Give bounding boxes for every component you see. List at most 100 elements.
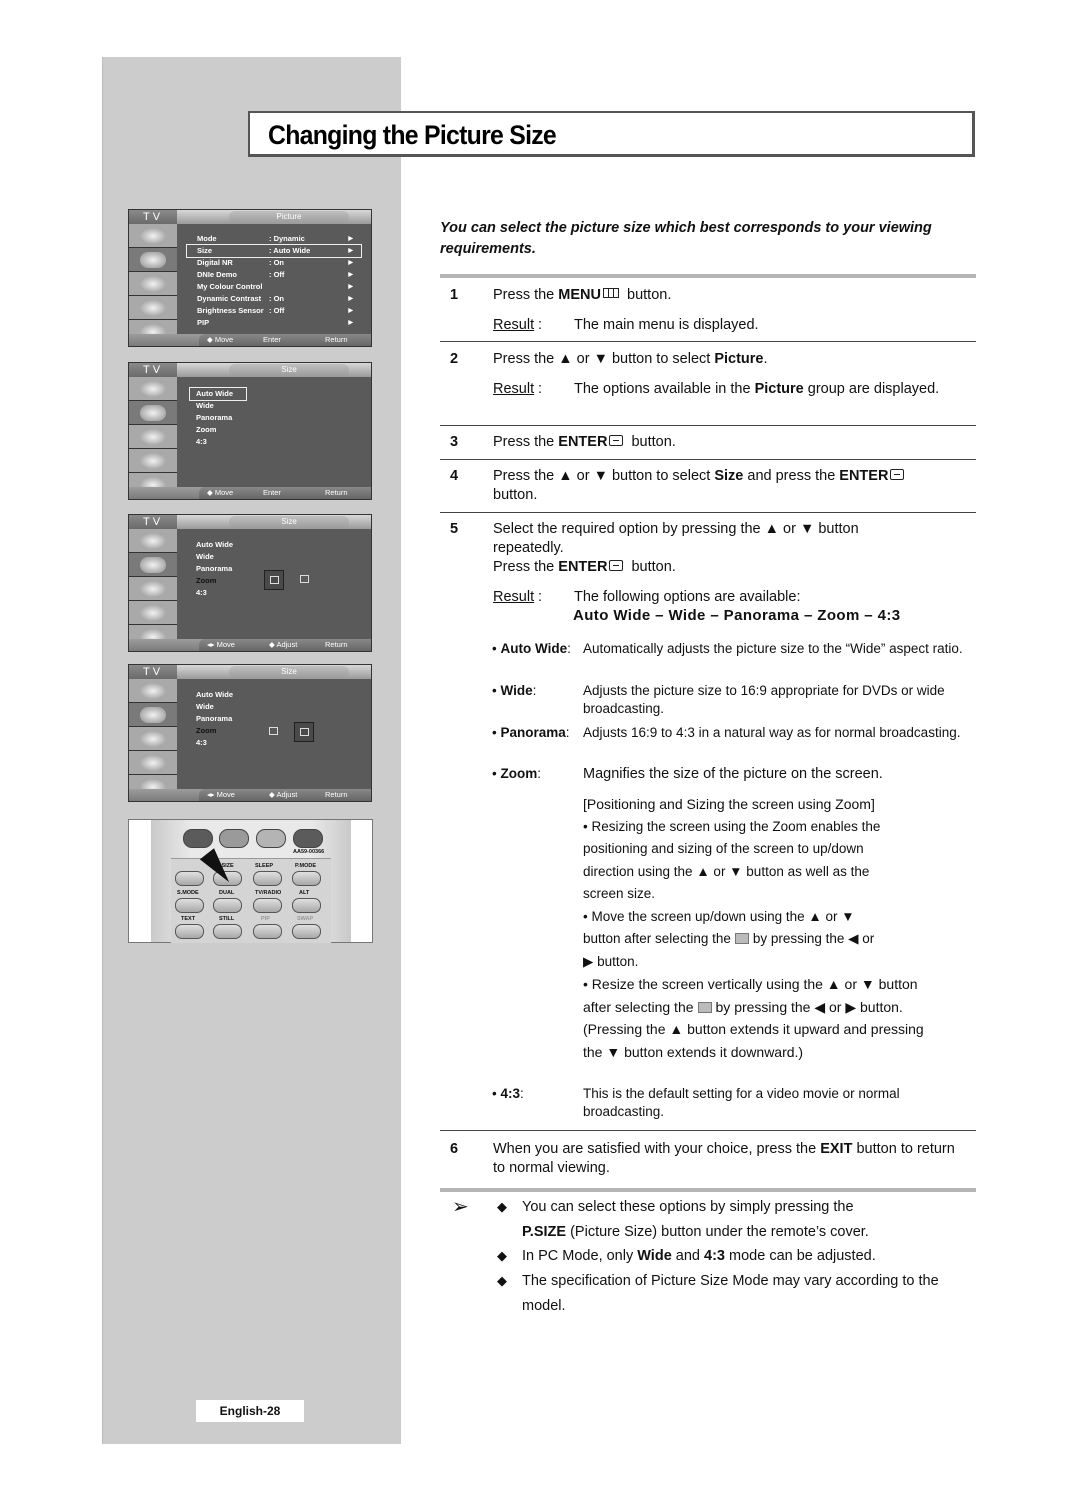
osd-hint-return: Return: [325, 790, 348, 799]
osd-size-list: Auto Wide Wide Panorama Zoom 4:3: [190, 689, 361, 749]
osd-size-option: Wide: [196, 401, 214, 410]
zoom-heading: [Positioning and Sizing the screen using…: [583, 796, 875, 812]
osd-size-option: Panorama: [196, 714, 233, 723]
divider: [440, 341, 976, 342]
zoom-bullet-1: • Resizing the screen using the Zoom ena…: [583, 818, 881, 902]
divider: [440, 1130, 976, 1131]
osd-hint-move: ◂▸ Move: [207, 640, 235, 649]
channel-icon: [129, 601, 177, 625]
osd-icon-column: [129, 377, 177, 497]
input-icon: [129, 224, 177, 248]
zoom-position-icon: [734, 933, 749, 944]
osd-size-option-selected: Zoom: [196, 726, 217, 735]
osd-size-list: Auto Wide Wide Panorama Zoom 4:3: [190, 539, 361, 599]
zoom-bullet-3: • Resize the screen vertically using the…: [583, 976, 924, 1060]
zoom-position-icon: [264, 570, 284, 590]
enter-icon: [890, 469, 905, 480]
picture-icon: [129, 401, 177, 425]
tvradio-label: TV/RADIO: [255, 890, 282, 896]
blue-button: [293, 829, 323, 848]
note-arrow-icon: ➢: [452, 1196, 469, 1218]
green-button: [219, 829, 249, 848]
picture-icon: [129, 553, 177, 577]
swap-label: SWAP: [297, 916, 314, 922]
divider: [440, 425, 976, 426]
yellow-button: [256, 829, 286, 848]
pmode-button: [292, 871, 321, 886]
osd-size-option: Zoom: [196, 425, 217, 434]
osd-tv-label: TV: [129, 363, 177, 377]
osd-size-option: 4:3: [196, 738, 207, 747]
osd-hint-move: ◂▸ Move: [207, 790, 235, 799]
osd-size-option-selected: Zoom: [196, 576, 217, 585]
diamond-bullet-icon: ◆: [497, 1248, 507, 1263]
zoom-size-icon: [300, 575, 309, 583]
swap-button: [292, 924, 321, 939]
osd-icon-column: [129, 679, 177, 799]
diamond-bullet-icon: ◆: [497, 1273, 507, 1288]
osd-row: PIP ▶: [197, 318, 353, 327]
input-icon: [129, 679, 177, 703]
osd-size-option-selected: Auto Wide: [189, 387, 247, 401]
osd-row: Digital NR: On ▶: [197, 258, 353, 267]
zoom-size-icon: [697, 1001, 712, 1013]
diamond-bullet-icon: ◆: [497, 1199, 507, 1214]
osd-size-menu: TV Size Auto Wide Wide Panorama Zoom 4:3…: [128, 362, 372, 500]
osd-hint-adjust: ◆ Adjust: [269, 790, 298, 799]
sleep-label: SLEEP: [255, 863, 274, 869]
osd-row: Mode: Dynamic ▶: [197, 234, 353, 243]
osd-zoom-size: TV Size Auto Wide Wide Panorama Zoom 4:3…: [128, 664, 372, 802]
divider: [440, 274, 976, 278]
osd-size-option: Panorama: [196, 564, 233, 573]
osd-menu-list: Mode: Dynamic ▶ Size: Auto Wide ▶ Digital …: [186, 233, 362, 329]
zoom-bullet-2: • Move the screen up/down using the ▲ or…: [583, 908, 875, 969]
smode-button: [175, 898, 204, 913]
pmode-label: P.MODE: [295, 863, 316, 869]
pip-label: PIP: [261, 916, 270, 922]
divider: [440, 459, 976, 460]
osd-hint-move: ◆ Move: [207, 488, 234, 497]
osd-picture-menu: TV Picture Mode: Dynamic ▶ Size: Auto Wid…: [128, 209, 372, 347]
size-options-list: Auto Wide – Wide – Panorama – Zoom – 4:3: [573, 607, 901, 624]
alt-label: ALT: [299, 890, 310, 896]
picture-icon: [129, 703, 177, 727]
remote-control-illustration: AA59-00366 P.SIZE SLEEP P.MODE S.MODE DU…: [128, 819, 373, 943]
remote-button: [175, 871, 204, 886]
tvradio-button: [253, 898, 282, 913]
dual-label: DUAL: [219, 890, 235, 896]
osd-icon-column: [129, 529, 177, 649]
zoom-instructions: [Positioning and Sizing the screen using…: [583, 793, 963, 1063]
channel-icon: [129, 296, 177, 320]
divider: [440, 512, 976, 513]
divider: [440, 1188, 976, 1192]
dual-button: [213, 898, 242, 913]
osd-tv-label: TV: [129, 665, 177, 679]
model-code: AA59-00366: [293, 849, 325, 855]
enter-icon: [609, 560, 624, 571]
osd-tv-label: TV: [129, 210, 177, 224]
osd-size-option: 4:3: [196, 588, 207, 597]
channel-icon: [129, 751, 177, 775]
osd-hint-return: Return: [325, 488, 348, 497]
osd-menu-title: Picture: [229, 211, 349, 223]
pip-button: [253, 924, 282, 939]
osd-size-option: 4:3: [196, 437, 207, 446]
osd-row-selected: Size: Auto Wide ▶: [186, 244, 362, 258]
page-title: Changing the Picture Size: [268, 120, 557, 150]
title-box: Changing the Picture Size: [248, 111, 975, 157]
osd-row: DNIe Demo: Off ▶: [197, 270, 353, 279]
picture-icon: [129, 248, 177, 272]
osd-size-option: Auto Wide: [196, 690, 234, 699]
menu-icon: [602, 288, 619, 298]
sound-icon: [129, 727, 177, 751]
alt-button: [292, 898, 321, 913]
osd-menu-title: Size: [229, 666, 349, 678]
osd-menu-title: Size: [229, 364, 349, 376]
osd-hint-adjust: ◆ Adjust: [269, 640, 298, 649]
text-button: [175, 924, 204, 939]
zoom-size-icon: [294, 722, 314, 742]
intro-text: You can select the picture size which be…: [440, 220, 932, 257]
sound-icon: [129, 425, 177, 449]
osd-zoom-position: TV Size Auto Wide Wide Panorama Zoom 4:3…: [128, 514, 372, 652]
osd-row: Brightness Sensor: Off ▶: [197, 306, 353, 315]
